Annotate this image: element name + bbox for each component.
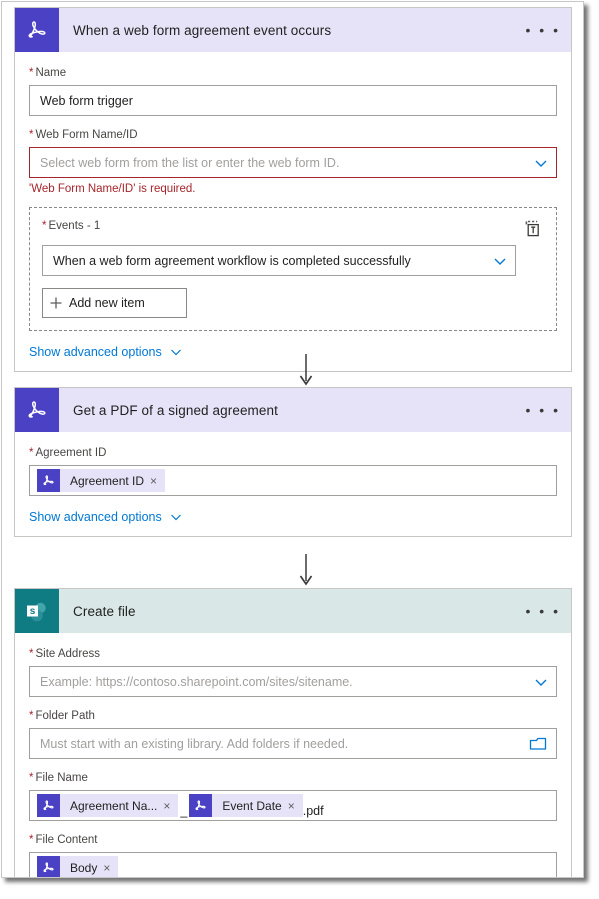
flow-card-create-file[interactable]: s Create file • • • * Site Address Exampl… — [14, 588, 572, 877]
chevron-down-icon[interactable] — [491, 252, 509, 270]
file-name-suffix: .pdf — [302, 804, 324, 818]
required-asterisk: * — [42, 220, 47, 232]
required-asterisk: * — [29, 834, 34, 846]
site-address-combobox[interactable]: Example: https://contoso.sharepoint.com/… — [29, 666, 557, 697]
svg-text:s: s — [30, 606, 36, 617]
required-asterisk: * — [29, 129, 34, 141]
field-label: * Agreement ID — [29, 447, 107, 459]
chevron-down-icon[interactable] — [532, 154, 550, 172]
adobe-acrobat-sign-icon — [15, 388, 59, 432]
card-header: Get a PDF of a signed agreement • • • — [15, 388, 571, 432]
events-select-value: When a web form agreement workflow is co… — [53, 253, 411, 268]
card-header: s Create file • • • — [15, 589, 571, 633]
token-label: Event Date — [222, 798, 282, 813]
field-label: * Folder Path — [29, 710, 95, 722]
required-asterisk: * — [29, 447, 34, 459]
field-label: * File Name — [29, 772, 88, 784]
flow-card-trigger[interactable]: When a web form agreement event occurs •… — [14, 7, 572, 372]
add-new-item-label: Add new item — [69, 296, 145, 310]
field-label: * File Content — [29, 834, 98, 846]
events-group-header: * Events - 1 — [42, 219, 544, 239]
web-form-error-message: 'Web Form Name/ID' is required. — [29, 183, 196, 195]
field-label: * Events - 1 — [42, 220, 101, 232]
flow-card-get-pdf[interactable]: Get a PDF of a signed agreement • • • * A… — [14, 387, 572, 537]
plus-icon — [43, 296, 69, 310]
required-asterisk: * — [29, 67, 34, 79]
field-file-content: * File Content Body × — [29, 833, 557, 877]
card-body: * Agreement ID Agreement ID × Show advan… — [15, 432, 571, 536]
connector-arrow-2 — [299, 554, 313, 586]
field-name: * Name Web form trigger — [29, 66, 557, 116]
site-address-placeholder: Example: https://contoso.sharepoint.com/… — [40, 674, 353, 689]
show-advanced-options-link-get-pdf[interactable]: Show advanced options — [29, 510, 183, 524]
chevron-down-icon — [170, 349, 181, 356]
card-header: When a web form agreement event occurs •… — [15, 8, 571, 52]
events-select[interactable]: When a web form agreement workflow is co… — [42, 245, 516, 276]
field-label: * Site Address — [29, 648, 101, 660]
dynamic-content-token[interactable]: Agreement Na... × — [37, 794, 179, 817]
adobe-acrobat-sign-icon — [37, 794, 60, 817]
token-label: Agreement Na... — [70, 798, 158, 813]
connector-arrow-1 — [299, 354, 313, 386]
dynamic-content-token[interactable]: Body × — [37, 856, 119, 877]
required-asterisk: * — [29, 648, 34, 660]
card-more-menu-button[interactable]: • • • — [521, 589, 571, 633]
web-form-placeholder: Select web form from the list or enter t… — [40, 155, 340, 170]
card-body: * Name Web form trigger * Web Form Name/ID… — [15, 52, 571, 371]
field-label: * Web Form Name/ID — [29, 129, 138, 141]
field-file-name: * File Name Agreement Na... × _ Event Da… — [29, 771, 557, 821]
card-title: Create file — [73, 603, 136, 619]
add-new-item-button[interactable]: Add new item — [42, 288, 187, 318]
card-more-menu-button[interactable]: • • • — [521, 388, 571, 432]
show-advanced-options-label: Show advanced options — [29, 345, 162, 359]
remove-token-button[interactable]: × — [150, 475, 165, 487]
field-web-form-name-id: * Web Form Name/ID Select web form from t… — [29, 128, 557, 196]
folder-path-placeholder: Must start with an existing library. Add… — [40, 736, 349, 751]
sharepoint-icon: s — [15, 589, 59, 633]
show-advanced-options-link-trigger[interactable]: Show advanced options — [29, 345, 183, 359]
dynamic-content-token[interactable]: Event Date × — [189, 794, 303, 817]
card-title: Get a PDF of a signed agreement — [73, 402, 278, 418]
file-content-input[interactable]: Body × — [29, 852, 557, 877]
name-input[interactable]: Web form trigger — [29, 85, 557, 116]
card-body: * Site Address Example: https://contoso.s… — [15, 633, 571, 877]
chevron-down-icon — [170, 514, 181, 521]
folder-path-input[interactable]: Must start with an existing library. Add… — [29, 728, 557, 759]
name-input-value: Web form trigger — [40, 93, 133, 108]
dynamic-content-token[interactable]: Agreement ID × — [37, 469, 166, 492]
required-asterisk: * — [29, 710, 34, 722]
adobe-acrobat-sign-icon — [189, 794, 213, 817]
agreement-id-input[interactable]: Agreement ID × — [29, 465, 557, 496]
required-asterisk: * — [29, 772, 34, 784]
show-advanced-options-label: Show advanced options — [29, 510, 162, 524]
file-name-input[interactable]: Agreement Na... × _ Event Date × .pdf — [29, 790, 557, 821]
folder-icon[interactable] — [529, 736, 547, 752]
web-form-name-id-combobox[interactable]: Select web form from the list or enter t… — [29, 147, 557, 178]
flow-designer-canvas: When a web form agreement event occurs •… — [1, 1, 584, 878]
adobe-acrobat-sign-icon — [37, 856, 60, 877]
delete-events-item-button[interactable] — [522, 217, 544, 239]
trash-icon — [525, 220, 539, 236]
events-group: * Events - 1 When a web form agreement wo… — [29, 207, 557, 331]
field-site-address: * Site Address Example: https://contoso.s… — [29, 647, 557, 697]
token-label: Agreement ID — [70, 473, 145, 488]
remove-token-button[interactable]: × — [288, 800, 303, 812]
adobe-acrobat-sign-icon — [37, 469, 60, 492]
field-label: * Name — [29, 67, 67, 79]
field-agreement-id: * Agreement ID Agreement ID × — [29, 446, 557, 496]
file-name-separator: _ — [180, 804, 188, 818]
token-label: Body — [70, 860, 98, 875]
adobe-acrobat-sign-icon — [15, 8, 59, 52]
field-folder-path: * Folder Path Must start with an existing… — [29, 709, 557, 759]
card-more-menu-button[interactable]: • • • — [521, 8, 571, 52]
remove-token-button[interactable]: × — [103, 862, 118, 874]
card-title: When a web form agreement event occurs — [73, 22, 332, 38]
chevron-down-icon[interactable] — [532, 673, 550, 691]
remove-token-button[interactable]: × — [163, 800, 178, 812]
